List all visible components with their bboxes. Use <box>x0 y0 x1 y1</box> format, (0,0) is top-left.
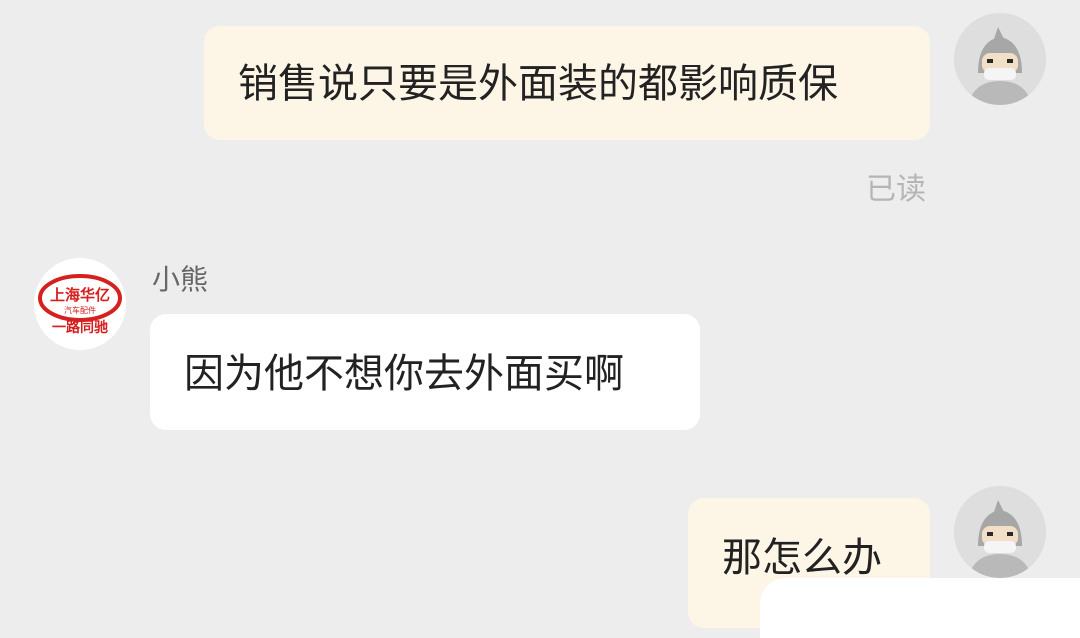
my-avatar[interactable] <box>954 13 1046 105</box>
message-text: 销售说只要是外面装的都影响质保 <box>238 61 838 107</box>
message-text: 那怎么办 <box>722 535 882 581</box>
bottom-sheet-edge <box>760 578 1080 638</box>
svg-text:汽车配件: 汽车配件 <box>64 305 96 315</box>
svg-text:上海华亿: 上海华亿 <box>50 286 110 304</box>
my-message-bubble[interactable]: 销售说只要是外面装的都影响质保 <box>204 26 930 140</box>
sender-name: 小熊 <box>152 263 209 296</box>
shop-logo-icon: 上海华亿 汽车配件 一路同驰 <box>34 258 126 350</box>
read-status: 已读 <box>866 172 926 207</box>
message-text: 因为他不想你去外面买啊 <box>184 351 624 397</box>
svg-text:一路同驰: 一路同驰 <box>52 319 108 336</box>
ninja-avatar-icon <box>954 13 1046 105</box>
ninja-avatar-icon <box>954 486 1046 578</box>
their-message-bubble[interactable]: 因为他不想你去外面买啊 <box>150 314 700 430</box>
contact-avatar[interactable]: 上海华亿 汽车配件 一路同驰 <box>34 258 126 350</box>
my-avatar[interactable] <box>954 486 1046 578</box>
